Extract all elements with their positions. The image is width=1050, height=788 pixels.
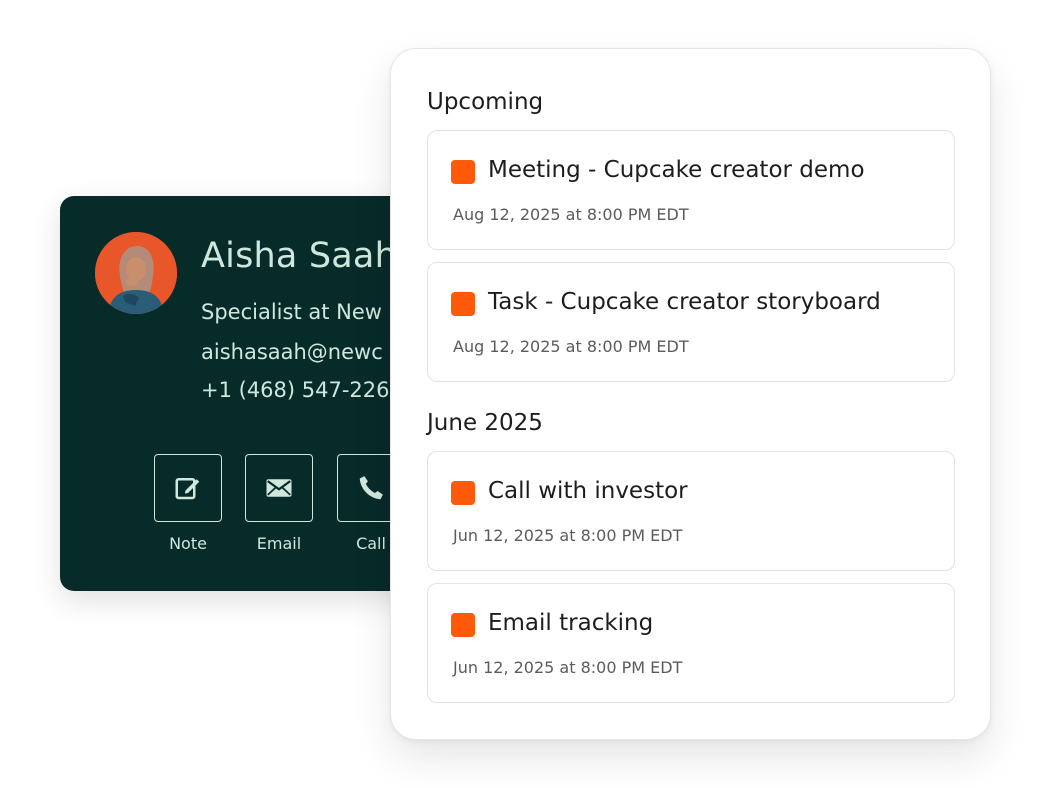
activity-item[interactable]: Email tracking Jun 12, 2025 at 8:00 PM E… (427, 583, 955, 703)
activity-date: Jun 12, 2025 at 8:00 PM EDT (453, 658, 683, 677)
email-label: Email (256, 534, 302, 553)
section-heading-june-2025: June 2025 (427, 410, 543, 436)
activity-marker-icon (451, 481, 475, 505)
contact-email[interactable]: aishasaah@newc (201, 340, 383, 364)
activity-panel: Upcoming Meeting - Cupcake creator demo … (390, 48, 991, 740)
activity-item[interactable]: Task - Cupcake creator storyboard Aug 12… (427, 262, 955, 382)
activity-date: Aug 12, 2025 at 8:00 PM EDT (453, 205, 689, 224)
activity-item[interactable]: Meeting - Cupcake creator demo Aug 12, 2… (427, 130, 955, 250)
activity-title: Meeting - Cupcake creator demo (488, 157, 865, 183)
contact-name: Aisha Saah (201, 236, 397, 276)
phone-icon (359, 476, 383, 500)
activity-title: Call with investor (488, 478, 688, 504)
section-heading-upcoming: Upcoming (427, 89, 544, 115)
contact-phone[interactable]: +1 (468) 547-226 (201, 378, 390, 402)
activity-date: Aug 12, 2025 at 8:00 PM EDT (453, 337, 689, 356)
activity-marker-icon (451, 292, 475, 316)
mail-icon (266, 479, 292, 497)
avatar[interactable] (95, 232, 177, 314)
activity-marker-icon (451, 160, 475, 184)
avatar-portrait (95, 232, 177, 314)
contact-job-title: Specialist at New (201, 300, 382, 324)
activity-marker-icon (451, 613, 475, 637)
note-action: Note (154, 454, 222, 553)
email-action: Email (245, 454, 313, 553)
activity-date: Jun 12, 2025 at 8:00 PM EDT (453, 526, 683, 545)
activity-title: Email tracking (488, 610, 654, 636)
email-button[interactable] (245, 454, 313, 522)
note-button[interactable] (154, 454, 222, 522)
activity-item[interactable]: Call with investor Jun 12, 2025 at 8:00 … (427, 451, 955, 571)
note-label: Note (169, 534, 207, 553)
activity-title: Task - Cupcake creator storyboard (488, 289, 881, 315)
stage: Aisha Saah Specialist at New aishasaah@n… (0, 0, 1050, 788)
edit-icon (175, 478, 200, 500)
